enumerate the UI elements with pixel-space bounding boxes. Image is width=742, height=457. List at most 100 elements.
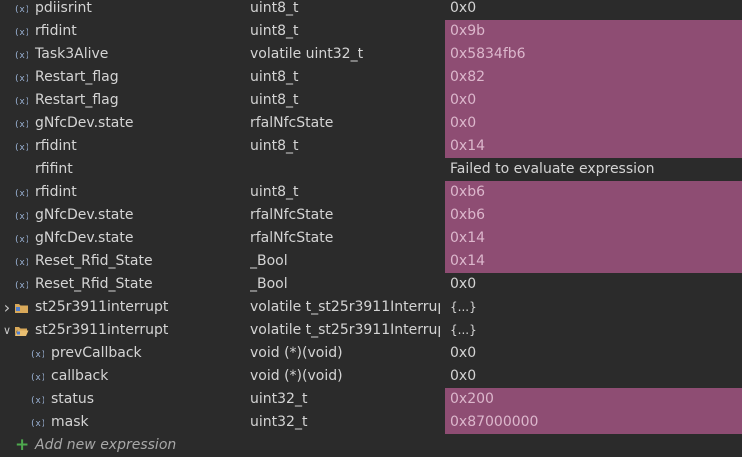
expression-name-cell: (x) gNfcDev.state: [0, 112, 245, 135]
expression-type: uint8_t: [250, 69, 299, 85]
expression-value-changed[interactable]: 0x82: [445, 66, 742, 89]
expression-value-changed[interactable]: 0x14: [445, 135, 742, 158]
variable-icon: (x): [14, 210, 28, 221]
chevron-down-icon[interactable]: ∨: [2, 319, 12, 342]
expression-row[interactable]: (x) Reset_Rfid_State _Bool 0x0: [0, 273, 742, 296]
expression-row[interactable]: (x) prevCallback void (*)(void) 0x0: [0, 342, 742, 365]
expression-row[interactable]: (x) Task3Alive volatile uint32_t 0x5834fb6: [0, 43, 742, 66]
svg-text:(x): (x): [14, 235, 28, 244]
expression-row[interactable]: (x) rfidint uint8_t 0xb6: [0, 181, 742, 204]
expression-row[interactable]: ∨ st25r3911interrupt volatile t_st25r3911I…: [0, 319, 742, 342]
expression-value-changed[interactable]: 0xb6: [445, 204, 742, 227]
expression-value-changed[interactable]: 0x0: [445, 89, 742, 112]
expression-name: rfifint: [35, 161, 73, 177]
svg-text:(x): (x): [30, 373, 44, 382]
expression-row[interactable]: (x) mask uint32_t 0x87000000: [0, 411, 742, 434]
variable-icon: (x): [14, 49, 28, 60]
expression-row[interactable]: (x) rfidint uint8_t 0x14: [0, 135, 742, 158]
expression-value-changed[interactable]: 0x5834fb6: [445, 43, 742, 66]
expression-type: volatile t_st25r3911Interrupt: [250, 299, 440, 315]
expression-row[interactable]: (x) pdiisrint uint8_t 0x0: [0, 0, 742, 20]
expression-name: st25r3911interrupt: [35, 299, 169, 315]
expression-type: [250, 158, 440, 181]
expression-value-changed[interactable]: 0x14: [445, 250, 742, 273]
chevron-right-icon[interactable]: ›: [2, 296, 12, 319]
expression-list: (x) pdiisrint uint8_t 0x0 (x) rfidint uint8_t 0…: [0, 0, 742, 434]
expression-row[interactable]: (x) callback void (*)(void) 0x0: [0, 365, 742, 388]
expression-value-changed[interactable]: 0x9b: [445, 20, 742, 43]
expression-row[interactable]: (x) gNfcDev.state rfalNfcState 0x0: [0, 112, 742, 135]
expression-name-cell: (x) rfidint: [0, 135, 245, 158]
expression-name-cell: (x) Reset_Rfid_State: [0, 273, 245, 296]
expression-name: rfidint: [35, 23, 77, 39]
svg-text:(x): (x): [14, 189, 28, 198]
variable-icon: (x): [14, 118, 28, 129]
expression-value[interactable]: 0x0: [445, 342, 742, 365]
expression-name: rfidint: [35, 138, 77, 154]
expression-name-cell: (x) rfidint: [0, 181, 245, 204]
expression-name: Reset_Rfid_State: [35, 276, 153, 292]
expression-name-cell: (x) prevCallback: [0, 342, 245, 365]
svg-text:(x): (x): [14, 281, 28, 290]
expression-type: uint8_t: [250, 92, 299, 108]
expression-row[interactable]: (x) rfidint uint8_t 0x9b: [0, 20, 742, 43]
svg-text:(x): (x): [14, 258, 28, 267]
expression-value-changed[interactable]: 0x14: [445, 227, 742, 250]
variable-icon: (x): [14, 187, 28, 198]
expression-row[interactable]: (x) gNfcDev.state rfalNfcState 0xb6: [0, 204, 742, 227]
expression-type: uint32_t: [250, 391, 308, 407]
variable-icon: (x): [14, 256, 28, 267]
variable-icon: (x): [30, 394, 44, 405]
expression-value[interactable]: 0x0: [445, 365, 742, 388]
expression-value-changed[interactable]: 0x0: [445, 112, 742, 135]
expression-name-cell: (x) callback: [0, 365, 245, 388]
expression-row[interactable]: rfifint Failed to evaluate expression: [0, 158, 742, 181]
expression-row[interactable]: (x) Restart_flag uint8_t 0x82: [0, 66, 742, 89]
expression-name: Reset_Rfid_State: [35, 253, 153, 269]
expression-type: uint8_t: [250, 0, 299, 16]
expression-type: volatile t_st25r3911Interrupt: [250, 322, 440, 338]
expression-type: void (*)(void): [250, 368, 343, 384]
expression-value[interactable]: {...}: [445, 319, 742, 342]
expression-type: void (*)(void): [250, 345, 343, 361]
expression-value-changed[interactable]: 0xb6: [445, 181, 742, 204]
expression-value[interactable]: 0x0: [445, 273, 742, 296]
add-icon[interactable]: +: [15, 434, 29, 457]
variable-icon: (x): [14, 95, 28, 106]
expression-type: uint8_t: [250, 23, 299, 39]
expression-type: volatile uint32_t: [250, 46, 364, 62]
expression-name: gNfcDev.state: [35, 230, 134, 246]
expression-type: _Bool: [250, 253, 288, 269]
expression-value[interactable]: 0x0: [445, 0, 742, 20]
expression-value[interactable]: Failed to evaluate expression: [445, 158, 742, 181]
expression-name: Task3Alive: [35, 46, 109, 62]
expression-name-cell: (x) Reset_Rfid_State: [0, 250, 245, 273]
expression-row[interactable]: › st25r3911interrupt volatile t_st25r3911I…: [0, 296, 742, 319]
expression-row[interactable]: (x) status uint32_t 0x200: [0, 388, 742, 411]
expression-name-cell: (x) mask: [0, 411, 245, 434]
expression-value-changed[interactable]: 0x200: [445, 388, 742, 411]
svg-text:(x): (x): [14, 212, 28, 221]
expression-name-cell: (x) Task3Alive: [0, 43, 245, 66]
expression-value-changed[interactable]: 0x87000000: [445, 411, 742, 434]
expression-name: st25r3911interrupt: [35, 322, 169, 338]
expression-name-cell: (x) rfidint: [0, 20, 245, 43]
svg-text:(x): (x): [14, 97, 28, 106]
svg-text:(x): (x): [14, 28, 28, 37]
expression-row[interactable]: (x) Reset_Rfid_State _Bool 0x14: [0, 250, 742, 273]
expression-name-cell: (x) gNfcDev.state: [0, 204, 245, 227]
expression-row[interactable]: (x) gNfcDev.state rfalNfcState 0x14: [0, 227, 742, 250]
expression-name: rfidint: [35, 184, 77, 200]
expression-type: uint8_t: [250, 138, 299, 154]
struct-closed-icon: [14, 302, 28, 313]
expression-value[interactable]: {...}: [445, 296, 742, 319]
expression-name: callback: [51, 368, 109, 384]
expression-row[interactable]: (x) Restart_flag uint8_t 0x0: [0, 89, 742, 112]
add-expression-row[interactable]: + Add new expression: [0, 434, 742, 457]
struct-open-icon: [14, 325, 29, 336]
add-expression-label[interactable]: Add new expression: [35, 434, 176, 457]
expression-name-cell: › st25r3911interrupt: [0, 296, 245, 319]
variable-icon: (x): [14, 72, 28, 83]
svg-text:(x): (x): [14, 143, 28, 152]
expression-name: prevCallback: [51, 345, 142, 361]
